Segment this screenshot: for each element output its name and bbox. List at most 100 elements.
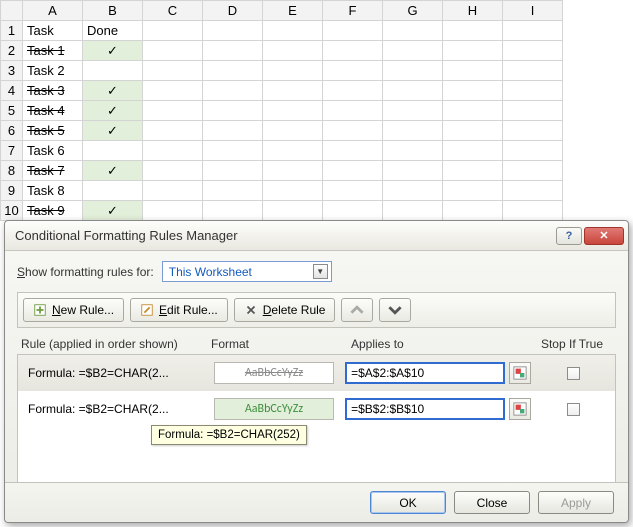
row-header[interactable]: 9 — [1, 181, 23, 201]
cell[interactable] — [143, 121, 203, 141]
cell[interactable] — [323, 121, 383, 141]
cell[interactable]: Task 8 — [23, 181, 83, 201]
row-header[interactable]: 7 — [1, 141, 23, 161]
cell[interactable] — [203, 61, 263, 81]
cell[interactable] — [263, 161, 323, 181]
select-all-corner[interactable] — [1, 1, 23, 21]
cell[interactable] — [503, 41, 563, 61]
apply-button[interactable]: Apply — [538, 491, 614, 514]
cell[interactable] — [443, 21, 503, 41]
col-header[interactable]: G — [383, 1, 443, 21]
cell[interactable] — [323, 141, 383, 161]
cell[interactable]: ✓ — [83, 41, 143, 61]
cell[interactable]: ✓ — [83, 201, 143, 221]
rule-row[interactable]: Formula: =$B2=CHAR(2... AaBbCcYyZz — [18, 355, 615, 391]
rules-list[interactable]: Formula: =$B2=CHAR(2... AaBbCcYyZz Formu… — [17, 354, 616, 486]
row-header[interactable]: 2 — [1, 41, 23, 61]
row-header[interactable]: 4 — [1, 81, 23, 101]
cell[interactable] — [323, 101, 383, 121]
cell[interactable] — [263, 21, 323, 41]
cell[interactable] — [383, 21, 443, 41]
chevron-down-icon[interactable]: ▼ — [313, 264, 328, 279]
cell[interactable]: ✓ — [83, 161, 143, 181]
cell[interactable] — [83, 61, 143, 81]
col-header[interactable]: A — [23, 1, 83, 21]
cell[interactable] — [503, 121, 563, 141]
cell[interactable] — [503, 81, 563, 101]
show-rules-select[interactable]: This Worksheet ▼ — [162, 261, 332, 282]
help-button[interactable]: ? — [556, 227, 582, 245]
cell[interactable] — [443, 141, 503, 161]
cell[interactable]: Task 1 — [23, 41, 83, 61]
cell[interactable] — [143, 141, 203, 161]
cell[interactable] — [263, 101, 323, 121]
edit-rule-button[interactable]: Edit Rule... — [130, 298, 228, 322]
col-header[interactable]: C — [143, 1, 203, 21]
cell[interactable]: ✓ — [83, 101, 143, 121]
row-header[interactable]: 5 — [1, 101, 23, 121]
cell[interactable] — [203, 141, 263, 161]
col-header[interactable]: E — [263, 1, 323, 21]
cell[interactable] — [443, 81, 503, 101]
cell[interactable] — [263, 41, 323, 61]
cell[interactable]: ✓ — [83, 81, 143, 101]
cell[interactable]: Task 3 — [23, 81, 83, 101]
cell[interactable] — [503, 201, 563, 221]
cell[interactable] — [203, 181, 263, 201]
cell[interactable] — [203, 41, 263, 61]
applies-to-input[interactable] — [345, 398, 505, 420]
cell[interactable]: ✓ — [83, 121, 143, 141]
cell[interactable] — [383, 201, 443, 221]
row-header[interactable]: 10 — [1, 201, 23, 221]
cell[interactable] — [383, 81, 443, 101]
cell[interactable] — [323, 21, 383, 41]
cell[interactable] — [203, 201, 263, 221]
cell[interactable] — [503, 101, 563, 121]
close-window-button[interactable]: ✕ — [584, 227, 624, 245]
cell[interactable] — [503, 141, 563, 161]
stop-if-true-checkbox[interactable] — [567, 367, 580, 380]
cell[interactable] — [143, 181, 203, 201]
cell[interactable] — [83, 181, 143, 201]
cell[interactable] — [263, 61, 323, 81]
cell[interactable] — [143, 161, 203, 181]
cell[interactable] — [323, 161, 383, 181]
cell[interactable]: Task 9 — [23, 201, 83, 221]
range-select-icon[interactable] — [509, 398, 531, 420]
cell[interactable]: Task 7 — [23, 161, 83, 181]
row-header[interactable]: 1 — [1, 21, 23, 41]
cell[interactable] — [143, 61, 203, 81]
cell[interactable] — [263, 201, 323, 221]
cell[interactable]: Done — [83, 21, 143, 41]
cell[interactable] — [203, 21, 263, 41]
new-rule-button[interactable]: New Rule... — [23, 298, 124, 322]
row-header[interactable]: 8 — [1, 161, 23, 181]
cell[interactable] — [503, 181, 563, 201]
move-down-button[interactable] — [379, 298, 411, 322]
move-up-button[interactable] — [341, 298, 373, 322]
applies-to-input[interactable] — [345, 362, 505, 384]
delete-rule-button[interactable]: Delete Rule — [234, 298, 336, 322]
cell[interactable] — [443, 181, 503, 201]
cell[interactable] — [443, 101, 503, 121]
cell[interactable] — [203, 161, 263, 181]
cell[interactable]: Task 5 — [23, 121, 83, 141]
range-select-icon[interactable] — [509, 362, 531, 384]
cell[interactable] — [443, 41, 503, 61]
row-header[interactable]: 3 — [1, 61, 23, 81]
rule-row[interactable]: Formula: =$B2=CHAR(2... AaBbCcYyZz — [18, 391, 615, 427]
cell[interactable] — [143, 81, 203, 101]
cell[interactable] — [383, 101, 443, 121]
cell[interactable] — [383, 121, 443, 141]
cell[interactable] — [323, 81, 383, 101]
cell[interactable] — [323, 41, 383, 61]
close-button[interactable]: Close — [454, 491, 530, 514]
cell[interactable] — [383, 141, 443, 161]
cell[interactable] — [83, 141, 143, 161]
cell[interactable] — [203, 121, 263, 141]
cell[interactable] — [203, 81, 263, 101]
row-header[interactable]: 6 — [1, 121, 23, 141]
cell[interactable] — [383, 41, 443, 61]
cell[interactable] — [143, 21, 203, 41]
cell[interactable] — [143, 41, 203, 61]
